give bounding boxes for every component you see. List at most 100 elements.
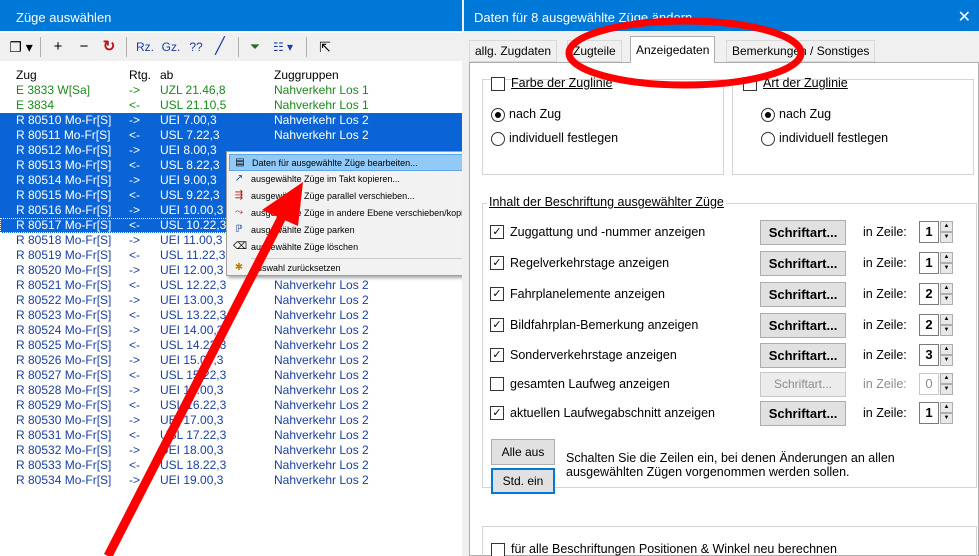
table-row[interactable]: R 80533 Mo-Fr[S] <- USL 18.22,3 Nahverkehr … <box>0 458 462 473</box>
line-checkbox[interactable]: ✓ <box>490 225 504 239</box>
line-number-stepper[interactable]: 3 ▲ ▼ <box>919 344 955 366</box>
line-checkbox[interactable] <box>490 377 504 391</box>
gz-button[interactable]: Gz. <box>160 37 182 57</box>
cell-ab: USL 8.22,3 <box>160 158 220 172</box>
font-button[interactable]: Schriftart... <box>760 313 846 338</box>
line-number-value[interactable]: 3 <box>919 344 939 366</box>
font-button[interactable]: Schriftart... <box>760 343 846 368</box>
table-row[interactable]: E 3834 <- USL 21.10,5 Nahverkehr Los 1 <box>0 98 462 113</box>
table-row[interactable]: R 80532 Mo-Fr[S] -> UEI 18.00,3 Nahverkehr … <box>0 443 462 458</box>
spin-up-icon[interactable]: ▲ <box>940 314 953 325</box>
tab-anzeigedaten[interactable]: Anzeigedaten <box>630 36 716 63</box>
table-row[interactable]: R 80530 Mo-Fr[S] -> UEI 17.00,3 Nahverkehr … <box>0 413 462 428</box>
close-icon[interactable]: ✕ <box>958 7 971 27</box>
export-icon[interactable]: ⇱ <box>316 37 334 57</box>
line-number-stepper[interactable]: 2 ▲ ▼ <box>919 314 955 336</box>
menu-reset-selection[interactable]: ✱ Auswahl zurücksetzen Esc <box>229 260 462 277</box>
col-rtg[interactable]: Rtg. <box>129 68 151 82</box>
col-zuggruppen[interactable]: Zuggruppen <box>274 68 339 82</box>
line-number-value[interactable]: 1 <box>919 221 939 243</box>
menu-move-layer[interactable]: ⤳ ausgewählte Züge in andere Ebene versc… <box>229 205 462 222</box>
art-individuell-radio[interactable] <box>761 132 775 146</box>
std-ein-button[interactable]: Std. ein <box>491 468 555 494</box>
farbe-individuell-radio[interactable] <box>491 132 505 146</box>
farbe-checkbox[interactable] <box>491 77 505 91</box>
table-row[interactable]: R 80529 Mo-Fr[S] <- USL 16.22,3 Nahverkehr … <box>0 398 462 413</box>
col-ab[interactable]: ab <box>160 68 173 82</box>
line-number-stepper[interactable]: 2 ▲ ▼ <box>919 283 955 305</box>
font-button[interactable]: Schriftart... <box>760 220 846 245</box>
line-number-value[interactable]: 2 <box>919 314 939 336</box>
table-row[interactable]: R 80531 Mo-Fr[S] <- USL 17.22,3 Nahverkehr … <box>0 428 462 443</box>
filter-icon[interactable]: ⏷ <box>246 37 264 57</box>
table-row[interactable]: R 80510 Mo-Fr[S] -> UEI 7.00,3 Nahverkehr L… <box>0 113 462 128</box>
spin-up-icon[interactable]: ▲ <box>940 344 953 355</box>
rz-button[interactable]: Rz. <box>134 37 156 57</box>
line-number-value[interactable]: 1 <box>919 252 939 274</box>
slash-tool-icon[interactable]: ╱ <box>210 37 230 57</box>
cell-ab: UEI 9.00,3 <box>160 173 217 187</box>
menu-delete[interactable]: ⌫ ausgewählte Züge löschen <box>229 239 462 256</box>
col-zug[interactable]: Zug <box>16 68 37 82</box>
tab-zugteile[interactable]: Zugteile <box>567 40 622 62</box>
remove-icon[interactable]: − <box>76 37 92 57</box>
line-checkbox[interactable]: ✓ <box>490 406 504 420</box>
settings-icon[interactable]: ↻ <box>100 37 118 57</box>
spin-up-icon[interactable]: ▲ <box>940 221 953 232</box>
table-row[interactable]: R 80528 Mo-Fr[S] -> UEI 16.00,3 Nahverkehr … <box>0 383 462 398</box>
spin-up-icon[interactable]: ▲ <box>940 252 953 263</box>
spin-down-icon[interactable]: ▼ <box>940 325 953 336</box>
font-button[interactable]: Schriftart... <box>760 251 846 276</box>
in-zeile-label: in Zeile: <box>863 406 907 420</box>
table-row[interactable]: R 80527 Mo-Fr[S] <- USL 15.22,3 Nahverkehr … <box>0 368 462 383</box>
cell-ab: UEI 8.00,3 <box>160 143 217 157</box>
recalc-checkbox[interactable] <box>491 543 505 556</box>
menu-edit-trains[interactable]: ▤ Daten für ausgewählte Züge bearbeiten.… <box>229 154 462 171</box>
table-row[interactable]: R 80526 Mo-Fr[S] -> UEI 15.00,3 Nahverkehr … <box>0 353 462 368</box>
art-checkbox[interactable] <box>743 77 757 91</box>
table-row[interactable]: R 80534 Mo-Fr[S] -> UEI 19.00,3 Nahverkehr … <box>0 473 462 488</box>
park-icon: ℙ <box>235 224 243 235</box>
table-row[interactable]: R 80524 Mo-Fr[S] -> UEI 14.00,3 Nahverkehr … <box>0 323 462 338</box>
copy-icon[interactable]: ❐ ▾ <box>8 37 34 57</box>
table-row[interactable]: E 3833 W[Sa] -> UZL 21.46,8 Nahverkehr Los … <box>0 83 462 98</box>
list-filter-icon[interactable]: ☷ ▾ <box>268 37 298 57</box>
question-button[interactable]: ?? <box>186 37 206 57</box>
add-icon[interactable]: + <box>50 37 66 57</box>
line-number-stepper[interactable]: 1 ▲ ▼ <box>919 221 955 243</box>
tab-allg-zugdaten[interactable]: allg. Zugdaten <box>469 40 558 62</box>
spin-down-icon[interactable]: ▼ <box>940 355 953 366</box>
spin-down-icon[interactable]: ▼ <box>940 232 953 243</box>
table-row[interactable]: R 80522 Mo-Fr[S] -> UEI 13.00,3 Nahverkehr … <box>0 293 462 308</box>
alle-aus-button[interactable]: Alle aus <box>491 439 555 465</box>
line-checkbox[interactable]: ✓ <box>490 318 504 332</box>
cell-rtg: -> <box>129 443 141 457</box>
tab-bemerkungen[interactable]: Bemerkungen / Sonstiges <box>726 40 876 62</box>
line-checkbox[interactable]: ✓ <box>490 287 504 301</box>
spin-up-icon[interactable]: ▲ <box>940 283 953 294</box>
font-button[interactable]: Schriftart... <box>760 282 846 307</box>
menu-copy-cycle[interactable]: ↗ ausgewählte Züge im Takt kopieren... <box>229 171 462 188</box>
table-row[interactable]: R 80523 Mo-Fr[S] <- USL 13.22,3 Nahverkehr … <box>0 308 462 323</box>
spin-up-icon[interactable]: ▲ <box>940 402 953 413</box>
table-row[interactable]: R 80521 Mo-Fr[S] <- USL 12.22,3 Nahverkehr … <box>0 278 462 293</box>
line-number-value[interactable]: 1 <box>919 402 939 424</box>
line-checkbox[interactable]: ✓ <box>490 348 504 362</box>
cell-rtg: <- <box>129 158 141 172</box>
font-button[interactable]: Schriftart... <box>760 401 846 426</box>
line-number-value[interactable]: 2 <box>919 283 939 305</box>
line-number-stepper[interactable]: 1 ▲ ▼ <box>919 402 955 424</box>
line-checkbox[interactable]: ✓ <box>490 256 504 270</box>
spin-down-icon[interactable]: ▼ <box>940 413 953 424</box>
table-row[interactable]: R 80525 Mo-Fr[S] <- USL 14.22,3 Nahverkehr … <box>0 338 462 353</box>
line-number-stepper[interactable]: 1 ▲ ▼ <box>919 252 955 274</box>
menu-park[interactable]: ℙ ausgewählte Züge parken <box>229 222 462 239</box>
art-nach-zug-radio[interactable] <box>761 108 775 122</box>
spin-down-icon[interactable]: ▼ <box>940 294 953 305</box>
menu-shift-parallel[interactable]: ⇶ ausgewählte Züge parallel verschieben.… <box>229 188 462 205</box>
farbe-nach-zug-radio[interactable] <box>491 108 505 122</box>
in-zeile-label: in Zeile: <box>863 225 907 239</box>
table-row[interactable]: R 80511 Mo-Fr[S] <- USL 7.22,3 Nahverkehr L… <box>0 128 462 143</box>
delete-icon: ⌫ <box>233 241 248 252</box>
spin-down-icon[interactable]: ▼ <box>940 263 953 274</box>
